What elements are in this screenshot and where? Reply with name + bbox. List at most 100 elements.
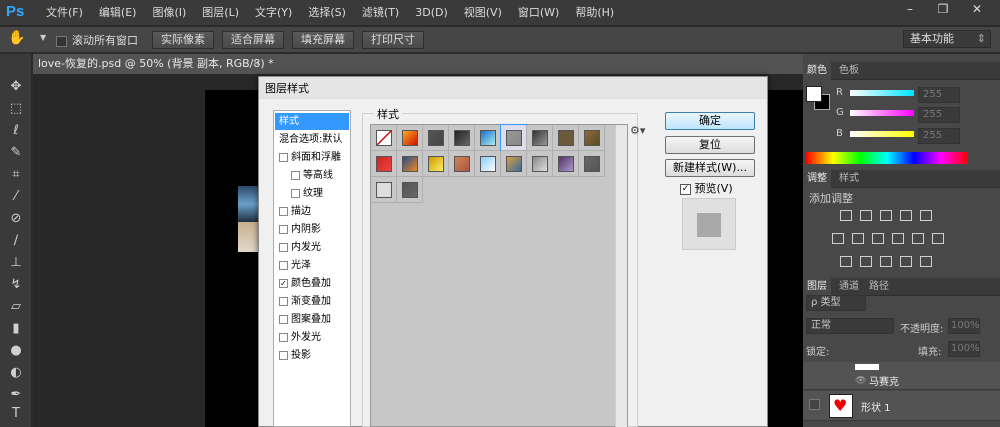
tab-styles[interactable]: 样式 <box>835 170 863 188</box>
brush-tool-icon[interactable]: ∕ <box>7 232 25 250</box>
fit-screen-button[interactable]: 适合屏幕 <box>222 31 284 49</box>
layer-row-shape[interactable]: ♥ 形状 1 <box>803 391 1000 421</box>
type-tool-icon[interactable]: T <box>7 405 25 423</box>
style-preset-swatch[interactable] <box>527 151 553 177</box>
layer-visibility-checkbox[interactable] <box>809 399 820 410</box>
fill-screen-button[interactable]: 填充屏幕 <box>292 31 354 49</box>
style-checkbox[interactable]: ✓ <box>279 278 288 288</box>
style-checkbox[interactable] <box>279 332 288 342</box>
document-tab[interactable]: love-恢复的.psd @ 50% (背景 副本, RGB/8) * <box>38 55 274 73</box>
photo-filter-icon[interactable] <box>892 233 904 244</box>
style-checkbox[interactable] <box>279 350 288 360</box>
style-checkbox[interactable] <box>291 170 300 180</box>
channel-g-slider[interactable] <box>850 110 914 116</box>
layer-filter-kind-select[interactable]: ρ 类型 <box>806 295 866 311</box>
style-list-item[interactable]: 外发光 <box>275 329 349 346</box>
channel-b-value[interactable]: 255 <box>918 128 960 144</box>
menu-item[interactable]: 文件(F) <box>38 0 91 26</box>
minimize-button[interactable]: – <box>895 0 925 18</box>
close-window-button[interactable]: ✕ <box>962 0 992 18</box>
style-list-item[interactable]: ✓ 颜色叠加 <box>275 275 349 292</box>
pen-tool-icon[interactable]: ✒ <box>7 386 25 404</box>
style-preset-swatch[interactable] <box>397 125 423 151</box>
menu-item[interactable]: 编辑(E) <box>91 0 145 26</box>
style-list-item[interactable]: 纹理 <box>275 185 349 202</box>
menu-item[interactable]: 图层(L) <box>194 0 247 26</box>
channel-r-slider[interactable] <box>850 90 914 96</box>
style-list-item[interactable]: 图案叠加 <box>275 311 349 328</box>
style-checkbox[interactable] <box>279 314 288 324</box>
tab-color[interactable]: 颜色 <box>803 62 831 80</box>
menu-item[interactable]: 图像(I) <box>144 0 194 26</box>
opacity-input[interactable]: 100% <box>948 318 980 334</box>
channel-r-value[interactable]: 255 <box>918 87 960 103</box>
menu-item[interactable]: 3D(D) <box>407 0 456 26</box>
eraser-tool-icon[interactable]: ▱ <box>7 298 25 316</box>
restore-button[interactable]: ❐ <box>928 0 958 18</box>
actual-pixels-button[interactable]: 实际像素 <box>152 31 214 49</box>
style-preset-swatch[interactable] <box>527 125 553 151</box>
blur-tool-icon[interactable]: ● <box>7 342 25 360</box>
style-checkbox[interactable] <box>279 224 288 234</box>
color-balance-icon[interactable] <box>852 233 864 244</box>
lasso-tool-icon[interactable]: ℓ <box>7 122 25 140</box>
brightness-icon[interactable] <box>840 210 852 221</box>
channel-b-slider[interactable] <box>850 131 914 137</box>
ok-button[interactable]: 确定 <box>665 112 755 130</box>
style-list-item[interactable]: 描边 <box>275 203 349 220</box>
foreground-color-swatch[interactable] <box>806 86 822 102</box>
vibrance-icon[interactable] <box>920 210 932 221</box>
workspace-select[interactable]: 基本功能 ⇕ <box>903 30 991 48</box>
marquee-tool-icon[interactable]: ⬚ <box>7 100 25 118</box>
style-preset-swatch[interactable] <box>371 177 397 203</box>
levels-icon[interactable] <box>860 210 872 221</box>
tab-layers[interactable]: 图层 <box>803 278 831 296</box>
style-preset-swatch[interactable] <box>579 125 605 151</box>
quick-select-tool-icon[interactable]: ✎ <box>7 144 25 162</box>
eye-icon[interactable]: 👁 <box>855 376 866 386</box>
scroll-all-windows-checkbox[interactable] <box>56 34 67 47</box>
blend-mode-select[interactable]: 正常 <box>806 318 894 334</box>
style-preset-swatch[interactable] <box>371 151 397 177</box>
style-preset-swatch[interactable] <box>475 151 501 177</box>
menu-item[interactable]: 滤镜(T) <box>354 0 407 26</box>
tab-channels[interactable]: 通道 <box>835 278 863 296</box>
menu-item[interactable]: 选择(S) <box>300 0 354 26</box>
menu-item[interactable]: 帮助(H) <box>567 0 622 26</box>
style-list-item[interactable]: 等高线 <box>275 167 349 184</box>
style-checkbox[interactable] <box>279 152 288 162</box>
style-checkbox[interactable] <box>279 296 288 306</box>
preview-checkbox[interactable]: ✓ <box>680 183 691 195</box>
invert-icon[interactable] <box>840 256 852 267</box>
fill-input[interactable]: 100% <box>948 341 980 357</box>
black-white-icon[interactable] <box>872 233 884 244</box>
print-size-button[interactable]: 打印尺寸 <box>362 31 424 49</box>
style-checkbox[interactable] <box>279 206 288 216</box>
style-preset-swatch[interactable] <box>501 151 527 177</box>
style-list-item[interactable]: 内阴影 <box>275 221 349 238</box>
style-list-item[interactable]: 斜面和浮雕 <box>275 149 349 166</box>
style-preset-swatch[interactable] <box>449 151 475 177</box>
style-list-item[interactable]: 混合选项:默认 <box>275 131 349 148</box>
curves-icon[interactable] <box>880 210 892 221</box>
document-close-icon[interactable]: × <box>252 55 260 73</box>
channel-g-value[interactable]: 255 <box>918 107 960 123</box>
posterize-icon[interactable] <box>860 256 872 267</box>
color-lookup-icon[interactable] <box>932 233 944 244</box>
preview-checkbox-row[interactable]: ✓ 预览(V) <box>680 180 733 196</box>
menu-item[interactable]: 视图(V) <box>456 0 510 26</box>
selective-color-icon[interactable] <box>900 256 912 267</box>
style-list-item[interactable]: 渐变叠加 <box>275 293 349 310</box>
new-style-button[interactable]: 新建样式(W)... <box>665 159 755 177</box>
style-preset-swatch[interactable] <box>423 151 449 177</box>
threshold-icon[interactable] <box>880 256 892 267</box>
gradient-map-icon[interactable] <box>920 256 932 267</box>
style-preset-swatch[interactable] <box>397 151 423 177</box>
tab-adjustments[interactable]: 调整 <box>803 170 831 188</box>
channel-mixer-icon[interactable] <box>912 233 924 244</box>
reset-button[interactable]: 复位 <box>665 136 755 154</box>
clone-stamp-tool-icon[interactable]: ⊥ <box>7 254 25 272</box>
style-list-item[interactable]: 投影 <box>275 347 349 364</box>
tab-swatches[interactable]: 色板 <box>835 62 863 80</box>
gear-icon[interactable]: ⚙▾ <box>630 124 645 137</box>
